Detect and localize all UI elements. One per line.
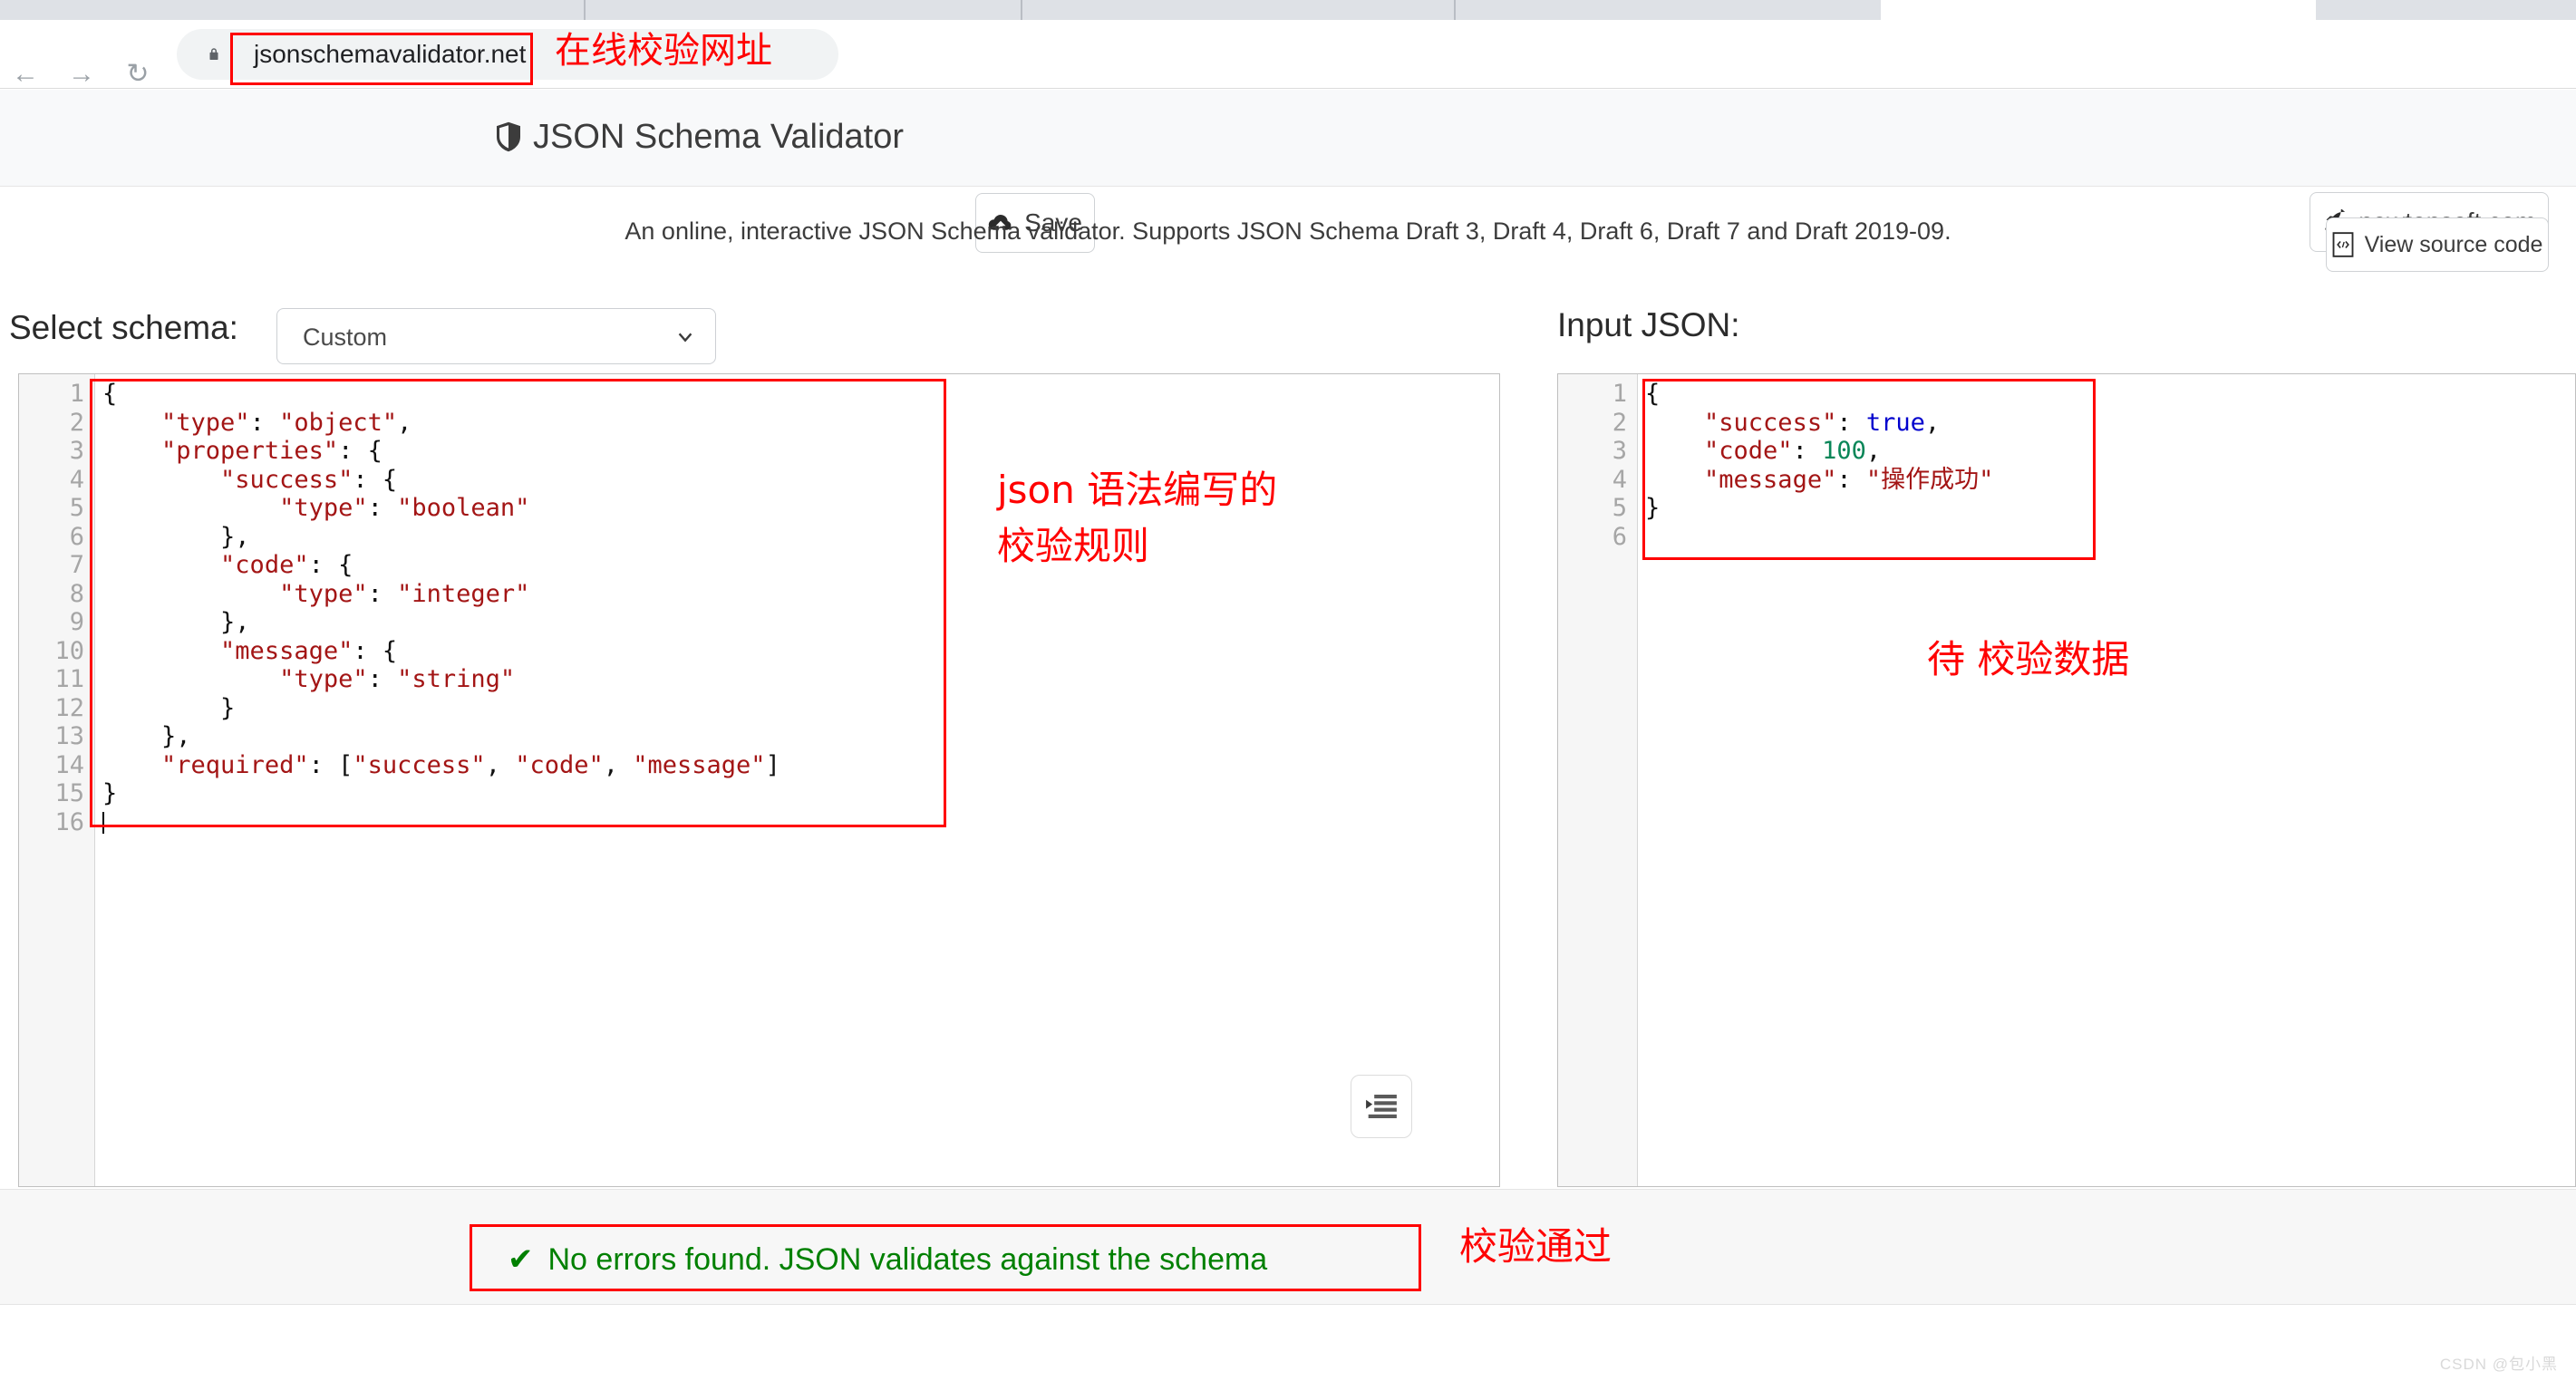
line-number: 5 bbox=[21, 494, 84, 523]
code-line: "message": "操作成功" bbox=[1645, 466, 2575, 495]
code-line: "success": { bbox=[102, 466, 1499, 495]
code-line: }, bbox=[102, 523, 1499, 552]
reload-icon[interactable]: ↻ bbox=[120, 56, 156, 92]
line-number: 5 bbox=[1564, 494, 1627, 523]
tab-favicon bbox=[178, 0, 194, 14]
url-annotation: 在线校验网址 bbox=[555, 27, 772, 74]
line-number: 3 bbox=[21, 437, 84, 466]
validation-result-band bbox=[0, 1189, 2576, 1305]
result-annotation: 校验通过 bbox=[1459, 1222, 1612, 1272]
back-arrow-icon[interactable]: ← bbox=[7, 56, 44, 92]
active-tab-gap bbox=[1881, 0, 2316, 20]
line-number: 8 bbox=[21, 580, 84, 609]
code-line: "type": "object", bbox=[102, 409, 1499, 438]
code-line: "type": "integer" bbox=[102, 580, 1499, 609]
code-line: } bbox=[102, 779, 1499, 808]
chevron-down-icon bbox=[675, 327, 695, 347]
code-line: } bbox=[1645, 494, 2575, 523]
validation-result-text: No errors found. JSON validates against … bbox=[548, 1242, 1268, 1278]
text-cursor bbox=[102, 812, 104, 834]
line-number: 4 bbox=[21, 466, 84, 495]
line-number: 4 bbox=[1564, 466, 1627, 495]
address-bar-url: jsonschemavalidator.net bbox=[254, 29, 526, 80]
line-number: 14 bbox=[21, 751, 84, 780]
code-line bbox=[102, 808, 1499, 837]
line-number: 10 bbox=[21, 637, 84, 666]
schema-editor[interactable]: 12345678910111213141516 { "type": "objec… bbox=[18, 373, 1500, 1187]
check-mark-icon: ✔ bbox=[508, 1244, 534, 1275]
line-number: 3 bbox=[1564, 437, 1627, 466]
line-number: 1 bbox=[21, 380, 84, 409]
code-line: "code": { bbox=[102, 551, 1499, 580]
input-json-editor[interactable]: 123456 { "success": true, "code": 100, "… bbox=[1557, 373, 2576, 1187]
code-line: }, bbox=[102, 722, 1499, 751]
line-number: 16 bbox=[21, 808, 84, 837]
code-line: "success": true, bbox=[1645, 409, 2575, 438]
site-brand: JSON Schema Validator bbox=[497, 110, 904, 164]
tab-strip-right[interactable] bbox=[2316, 0, 2576, 20]
input-editor-gutter: 123456 bbox=[1558, 374, 1638, 1186]
tab-divider bbox=[1021, 0, 1022, 20]
line-number: 12 bbox=[21, 694, 84, 723]
schema-select[interactable]: Custom bbox=[276, 308, 716, 364]
code-line: "properties": { bbox=[102, 437, 1499, 466]
status-badge: ✔ No errors found. JSON validates agains… bbox=[508, 1228, 1267, 1291]
code-line: "code": 100, bbox=[1645, 437, 2575, 466]
line-number: 6 bbox=[21, 523, 84, 552]
line-number: 13 bbox=[21, 722, 84, 751]
code-line: { bbox=[102, 380, 1499, 409]
schema-editor-gutter: 12345678910111213141516 bbox=[19, 374, 95, 1186]
code-line: "required": ["success", "code", "message… bbox=[102, 751, 1499, 780]
site-header: JSON Schema Validator Save newtonsoft.co… bbox=[0, 90, 2576, 187]
line-number: 15 bbox=[21, 779, 84, 808]
code-line: "type": "boolean" bbox=[102, 494, 1499, 523]
code-line: "message": { bbox=[102, 637, 1499, 666]
page-title: JSON Schema Validator bbox=[533, 118, 904, 157]
tab-divider bbox=[584, 0, 586, 20]
lock-icon bbox=[206, 43, 222, 65]
line-number: 11 bbox=[21, 665, 84, 694]
input-annotation: 待 校验数据 bbox=[1927, 634, 2129, 685]
code-line: { bbox=[1645, 380, 2575, 409]
line-number: 6 bbox=[1564, 523, 1627, 552]
tab-divider bbox=[1454, 0, 1456, 20]
watermark: CSDN @包小黑 bbox=[2440, 1351, 2558, 1374]
input-json-label: Input JSON: bbox=[1557, 306, 1740, 344]
code-line: }, bbox=[102, 608, 1499, 637]
code-line: "type": "string" bbox=[102, 665, 1499, 694]
schema-editor-code[interactable]: { "type": "object", "properties": { "suc… bbox=[95, 374, 1499, 1186]
shield-icon bbox=[497, 121, 520, 152]
page-subtitle: An online, interactive JSON Schema valid… bbox=[0, 217, 2576, 246]
browser-toolbar: ← → ↻ jsonschemavalidator.net bbox=[0, 20, 2576, 89]
format-json-button[interactable] bbox=[1351, 1075, 1412, 1138]
line-number: 1 bbox=[1564, 380, 1627, 409]
schema-select-value: Custom bbox=[303, 309, 387, 365]
input-editor-code[interactable]: { "success": true, "code": 100, "message… bbox=[1638, 374, 2575, 1186]
code-line: } bbox=[102, 694, 1499, 723]
browser-tab-strip[interactable] bbox=[0, 0, 2576, 20]
forward-arrow-icon[interactable]: → bbox=[63, 56, 100, 92]
schema-annotation: json 语法编写的 校验规则 bbox=[997, 462, 1277, 575]
code-line bbox=[1645, 523, 2575, 552]
line-number: 2 bbox=[1564, 409, 1627, 438]
line-number: 2 bbox=[21, 409, 84, 438]
format-indent-icon bbox=[1366, 1095, 1397, 1118]
select-schema-label: Select schema: bbox=[9, 309, 238, 347]
line-number: 9 bbox=[21, 608, 84, 637]
browser-window: ← → ↻ jsonschemavalidator.net 在线校验网址 JSO… bbox=[0, 0, 2576, 1381]
line-number: 7 bbox=[21, 551, 84, 580]
